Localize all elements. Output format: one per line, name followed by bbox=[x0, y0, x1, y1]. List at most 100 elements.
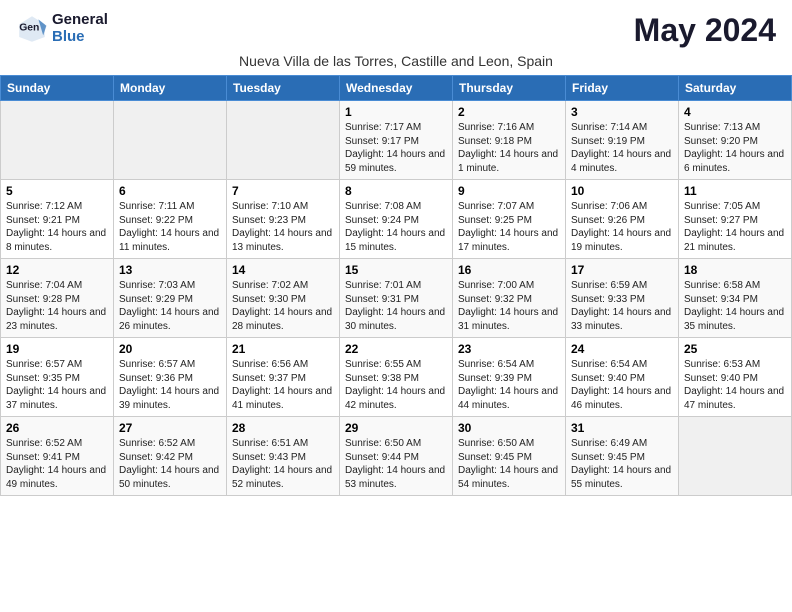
calendar-cell: 25 Sunrise: 6:53 AMSunset: 9:40 PMDayligh… bbox=[679, 338, 792, 417]
day-detail: Sunrise: 6:55 AMSunset: 9:38 PMDaylight:… bbox=[345, 358, 447, 412]
calendar-cell: 27 Sunrise: 6:52 AMSunset: 9:42 PMDayligh… bbox=[114, 417, 227, 496]
calendar-cell: 1Sunrise: 7:17 AMSunset: 9:17 PMDaylight… bbox=[340, 101, 453, 180]
day-number: 20 bbox=[119, 342, 221, 356]
calendar-cell: 31Sunrise: 6:49 AMSunset: 9:45 PMDayligh… bbox=[566, 417, 679, 496]
calendar-cell: 23Sunrise: 6:54 AMSunset: 9:39 PMDayligh… bbox=[453, 338, 566, 417]
day-number: 13 bbox=[119, 263, 221, 277]
day-detail: Sunrise: 6:57 AMSunset: 9:35 PMDaylight:… bbox=[6, 358, 108, 412]
calendar-cell: 2 Sunrise: 7:16 AMSunset: 9:18 PMDaylight… bbox=[453, 101, 566, 180]
subtitle: Nueva Villa de las Torres, Castille and … bbox=[0, 53, 792, 75]
day-detail: Sunrise: 6:50 AMSunset: 9:44 PMDaylight:… bbox=[345, 437, 447, 491]
day-number: 19 bbox=[6, 342, 108, 356]
calendar-cell: 28 Sunrise: 6:51 AMSunset: 9:43 PMDayligh… bbox=[227, 417, 340, 496]
day-number: 17 bbox=[571, 263, 673, 277]
calendar-cell: 30 Sunrise: 6:50 AMSunset: 9:45 PMDayligh… bbox=[453, 417, 566, 496]
day-detail: Sunrise: 6:54 AMSunset: 9:40 PMDaylight:… bbox=[571, 358, 673, 412]
month-title: May 2024 bbox=[634, 12, 776, 49]
day-detail: Sunrise: 6:51 AMSunset: 9:43 PMDaylight:… bbox=[232, 437, 334, 491]
logo-icon: Gen bbox=[16, 13, 48, 45]
day-number: 30 bbox=[458, 421, 560, 435]
day-detail: Sunrise: 7:16 AMSunset: 9:18 PMDaylight:… bbox=[458, 121, 560, 175]
calendar-cell: 11 Sunrise: 7:05 AMSunset: 9:27 PMDayligh… bbox=[679, 180, 792, 259]
day-number: 9 bbox=[458, 184, 560, 198]
calendar-cell: 26 Sunrise: 6:52 AMSunset: 9:41 PMDayligh… bbox=[1, 417, 114, 496]
day-number: 26 bbox=[6, 421, 108, 435]
day-detail: Sunrise: 6:52 AMSunset: 9:42 PMDaylight:… bbox=[119, 437, 221, 491]
day-number: 25 bbox=[684, 342, 786, 356]
calendar-cell: 24 Sunrise: 6:54 AMSunset: 9:40 PMDayligh… bbox=[566, 338, 679, 417]
day-detail: Sunrise: 7:03 AMSunset: 9:29 PMDaylight:… bbox=[119, 279, 221, 333]
calendar-cell: 10 Sunrise: 7:06 AMSunset: 9:26 PMDayligh… bbox=[566, 180, 679, 259]
calendar-cell bbox=[679, 417, 792, 496]
day-detail: Sunrise: 7:14 AMSunset: 9:19 PMDaylight:… bbox=[571, 121, 673, 175]
calendar-cell: 29Sunrise: 6:50 AMSunset: 9:44 PMDayligh… bbox=[340, 417, 453, 496]
day-number: 24 bbox=[571, 342, 673, 356]
calendar-week-4: 19 Sunrise: 6:57 AMSunset: 9:35 PMDayligh… bbox=[1, 338, 792, 417]
day-number: 3 bbox=[571, 105, 673, 119]
calendar-cell: 14Sunrise: 7:02 AMSunset: 9:30 PMDayligh… bbox=[227, 259, 340, 338]
day-header-wednesday: Wednesday bbox=[340, 76, 453, 101]
day-number: 28 bbox=[232, 421, 334, 435]
logo-text: General Blue bbox=[52, 12, 108, 45]
calendar-cell: 12Sunrise: 7:04 AMSunset: 9:28 PMDayligh… bbox=[1, 259, 114, 338]
calendar-cell: 21 Sunrise: 6:56 AMSunset: 9:37 PMDayligh… bbox=[227, 338, 340, 417]
calendar-cell: 17 Sunrise: 6:59 AMSunset: 9:33 PMDayligh… bbox=[566, 259, 679, 338]
day-detail: Sunrise: 6:50 AMSunset: 9:45 PMDaylight:… bbox=[458, 437, 560, 491]
logo-blue-text: Blue bbox=[52, 29, 108, 46]
day-number: 2 bbox=[458, 105, 560, 119]
calendar-header-row: SundayMondayTuesdayWednesdayThursdayFrid… bbox=[1, 76, 792, 101]
day-number: 10 bbox=[571, 184, 673, 198]
day-detail: Sunrise: 7:12 AMSunset: 9:21 PMDaylight:… bbox=[6, 200, 108, 254]
day-number: 5 bbox=[6, 184, 108, 198]
calendar-week-5: 26 Sunrise: 6:52 AMSunset: 9:41 PMDayligh… bbox=[1, 417, 792, 496]
logo: Gen General Blue bbox=[16, 12, 108, 45]
calendar-cell: 4 Sunrise: 7:13 AMSunset: 9:20 PMDaylight… bbox=[679, 101, 792, 180]
day-header-sunday: Sunday bbox=[1, 76, 114, 101]
calendar-cell: 6Sunrise: 7:11 AMSunset: 9:22 PMDaylight… bbox=[114, 180, 227, 259]
calendar-cell: 20 Sunrise: 6:57 AMSunset: 9:36 PMDayligh… bbox=[114, 338, 227, 417]
day-number: 21 bbox=[232, 342, 334, 356]
day-number: 27 bbox=[119, 421, 221, 435]
day-header-monday: Monday bbox=[114, 76, 227, 101]
day-detail: Sunrise: 6:54 AMSunset: 9:39 PMDaylight:… bbox=[458, 358, 560, 412]
day-detail: Sunrise: 7:00 AMSunset: 9:32 PMDaylight:… bbox=[458, 279, 560, 333]
day-number: 11 bbox=[684, 184, 786, 198]
calendar-cell: 5 Sunrise: 7:12 AMSunset: 9:21 PMDaylight… bbox=[1, 180, 114, 259]
calendar-week-2: 5 Sunrise: 7:12 AMSunset: 9:21 PMDaylight… bbox=[1, 180, 792, 259]
day-number: 14 bbox=[232, 263, 334, 277]
calendar-cell: 13 Sunrise: 7:03 AMSunset: 9:29 PMDayligh… bbox=[114, 259, 227, 338]
day-number: 22 bbox=[345, 342, 447, 356]
calendar-cell: 3 Sunrise: 7:14 AMSunset: 9:19 PMDaylight… bbox=[566, 101, 679, 180]
day-number: 1 bbox=[345, 105, 447, 119]
calendar-table: SundayMondayTuesdayWednesdayThursdayFrid… bbox=[0, 75, 792, 496]
day-detail: Sunrise: 6:52 AMSunset: 9:41 PMDaylight:… bbox=[6, 437, 108, 491]
calendar-cell bbox=[114, 101, 227, 180]
calendar-week-3: 12Sunrise: 7:04 AMSunset: 9:28 PMDayligh… bbox=[1, 259, 792, 338]
day-detail: Sunrise: 7:08 AMSunset: 9:24 PMDaylight:… bbox=[345, 200, 447, 254]
calendar-cell: 15 Sunrise: 7:01 AMSunset: 9:31 PMDayligh… bbox=[340, 259, 453, 338]
day-detail: Sunrise: 6:57 AMSunset: 9:36 PMDaylight:… bbox=[119, 358, 221, 412]
day-number: 4 bbox=[684, 105, 786, 119]
day-number: 7 bbox=[232, 184, 334, 198]
day-number: 12 bbox=[6, 263, 108, 277]
calendar-cell: 19 Sunrise: 6:57 AMSunset: 9:35 PMDayligh… bbox=[1, 338, 114, 417]
page-container: Gen General Blue May 2024 Nueva Villa de… bbox=[0, 0, 792, 496]
svg-text:Gen: Gen bbox=[19, 22, 39, 33]
calendar-cell: 9Sunrise: 7:07 AMSunset: 9:25 PMDaylight… bbox=[453, 180, 566, 259]
calendar-cell bbox=[1, 101, 114, 180]
day-detail: Sunrise: 7:06 AMSunset: 9:26 PMDaylight:… bbox=[571, 200, 673, 254]
day-detail: Sunrise: 7:05 AMSunset: 9:27 PMDaylight:… bbox=[684, 200, 786, 254]
day-detail: Sunrise: 7:01 AMSunset: 9:31 PMDaylight:… bbox=[345, 279, 447, 333]
day-detail: Sunrise: 6:53 AMSunset: 9:40 PMDaylight:… bbox=[684, 358, 786, 412]
day-number: 15 bbox=[345, 263, 447, 277]
day-detail: Sunrise: 6:56 AMSunset: 9:37 PMDaylight:… bbox=[232, 358, 334, 412]
calendar-cell bbox=[227, 101, 340, 180]
day-detail: Sunrise: 6:59 AMSunset: 9:33 PMDaylight:… bbox=[571, 279, 673, 333]
day-detail: Sunrise: 6:49 AMSunset: 9:45 PMDaylight:… bbox=[571, 437, 673, 491]
day-detail: Sunrise: 7:13 AMSunset: 9:20 PMDaylight:… bbox=[684, 121, 786, 175]
day-header-tuesday: Tuesday bbox=[227, 76, 340, 101]
day-detail: Sunrise: 7:11 AMSunset: 9:22 PMDaylight:… bbox=[119, 200, 221, 254]
calendar-cell: 16Sunrise: 7:00 AMSunset: 9:32 PMDayligh… bbox=[453, 259, 566, 338]
logo-general-text: General bbox=[52, 12, 108, 29]
day-detail: Sunrise: 6:58 AMSunset: 9:34 PMDaylight:… bbox=[684, 279, 786, 333]
